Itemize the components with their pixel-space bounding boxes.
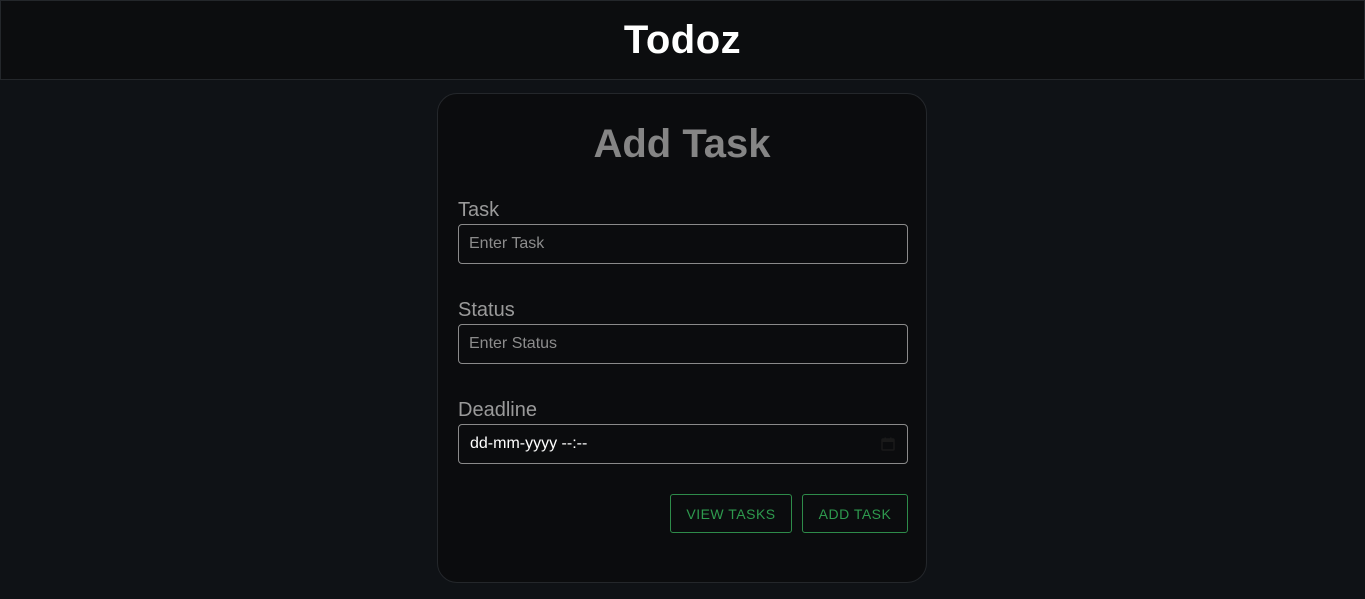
app-title: Todoz	[623, 17, 742, 62]
form-title: Add Task	[593, 122, 771, 166]
deadline-label: Deadline	[458, 399, 537, 421]
deadline-value: dd-mm-yyyy --:--	[470, 435, 588, 452]
deadline-input[interactable]: dd-mm-yyyy --:--	[458, 424, 908, 464]
status-input[interactable]	[458, 324, 908, 364]
status-label: Status	[458, 299, 515, 321]
app-header: Todoz	[0, 0, 1365, 80]
add-task-card: Add Task Task Status Deadline dd-mm-yyyy…	[437, 93, 927, 583]
task-input[interactable]	[458, 224, 908, 264]
view-tasks-button[interactable]: VIEW TASKS	[670, 494, 792, 533]
task-label: Task	[458, 199, 500, 221]
calendar-icon[interactable]	[880, 436, 896, 452]
add-task-button[interactable]: ADD TASK	[802, 494, 908, 533]
